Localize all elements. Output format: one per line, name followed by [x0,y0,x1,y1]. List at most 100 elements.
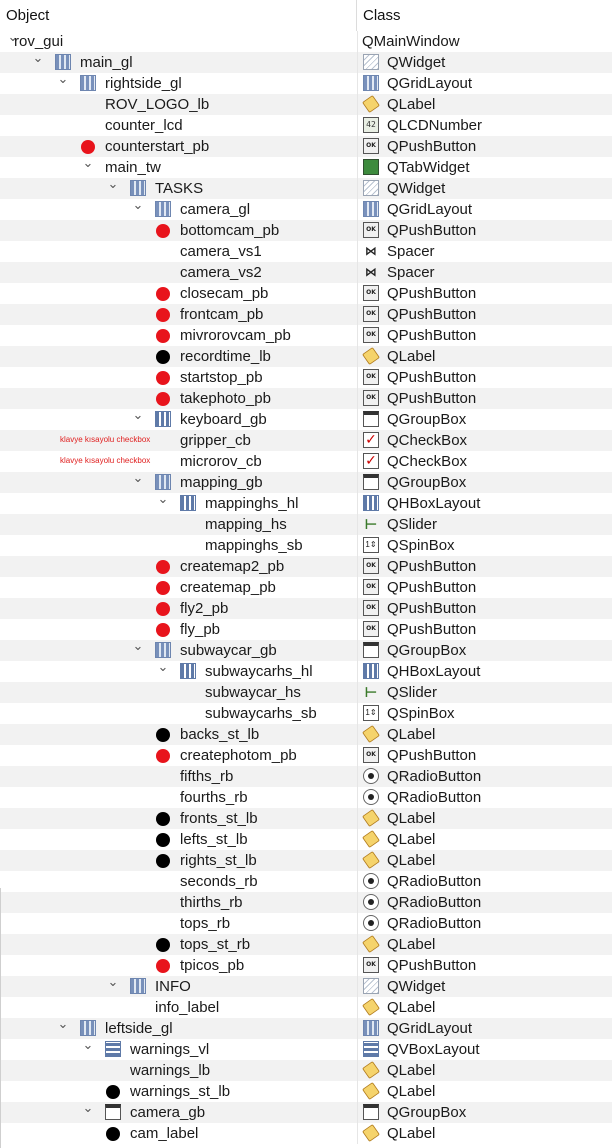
tree-row[interactable]: lefts_st_lb QLabel [0,829,612,850]
object-name: startstop_pb [180,369,263,386]
tree-row[interactable]: closecam_pb OK QPushButton [0,283,612,304]
tree-row[interactable]: seconds_rb QRadioButton [0,871,612,892]
tree-row[interactable]: ⌄ INFO QWidget [0,975,612,997]
object-name: createmap_pb [180,579,276,596]
tree-row[interactable]: info_label QLabel [0,997,612,1018]
object-cell: lefts_st_lb [0,829,357,850]
tree-row[interactable]: camera_vs2 ⋈ Spacer [0,262,612,283]
tree-row[interactable]: camera_vs1 ⋈ Spacer [0,241,612,262]
vbox-layout-icon [363,1041,379,1057]
class-name: QGroupBox [387,642,467,659]
object-cell: thirths_rb [0,892,357,913]
tree-row[interactable]: ⌄ main_gl QWidget [0,51,612,73]
tree-row[interactable]: ⌄ main_tw QTabWidget [0,156,612,178]
object-cell: mivrorovcam_pb [0,325,357,346]
tree-row[interactable]: createphotom_pb OK QPushButton [0,745,612,766]
tree-row[interactable]: startstop_pb OK QPushButton [0,367,612,388]
grid-layout-icon [363,75,379,91]
tree-row[interactable]: mappinghs_sb 1⇕ QSpinBox [0,535,612,556]
object-name: camera_gl [180,201,251,218]
tree-row[interactable]: cam_label QLabel [0,1123,612,1144]
chevron-down-icon[interactable]: ⌄ [131,198,145,218]
tree-row[interactable]: klavye kısayolu checkbox microrov_cb ✓ QChe… [0,451,612,472]
chevron-down-icon[interactable]: ⌄ [31,51,45,71]
object-name: counter_lcd [105,117,183,134]
class-cell: OK QPushButton [357,619,612,640]
tree-row[interactable]: subwaycar_hs ⊢ QSlider [0,682,612,703]
chevron-down-icon[interactable]: ⌄ [56,72,70,92]
tree-row[interactable]: tpicos_pb OK QPushButton [0,955,612,976]
tree-row[interactable]: ⌄ camera_gb QGroupBox [0,1101,612,1123]
tree-row[interactable]: ⌄ mapping_gb QGroupBox [0,471,612,493]
object-name: subwaycarhs_sb [205,705,317,722]
object-cell: fifths_rb [0,766,357,787]
class-cell: QRadioButton [357,766,612,787]
tree-row[interactable]: fly_pb OK QPushButton [0,619,612,640]
object-name: warnings_lb [130,1062,211,1079]
tree-row[interactable]: klavye kısayolu checkbox gripper_cb ✓ QChec… [0,430,612,451]
tree-row[interactable]: ROV_LOGO_lb QLabel [0,94,612,115]
tree-row[interactable]: fourths_rb QRadioButton [0,787,612,808]
chevron-down-icon[interactable]: ⌄ [131,408,145,428]
red-marker-dot [156,581,170,595]
tree-row[interactable]: createmap_pb OK QPushButton [0,577,612,598]
chevron-down-icon[interactable]: ⌄ [81,1038,95,1058]
tree-row[interactable]: warnings_st_lb QLabel [0,1081,612,1102]
grid-layout-icon [130,978,146,994]
object-cell: closecam_pb [0,283,357,304]
tree-row[interactable]: frontcam_pb OK QPushButton [0,304,612,325]
chevron-down-icon[interactable]: ⌄ [131,471,145,491]
tree-row[interactable]: bottomcam_pb OK QPushButton [0,220,612,241]
tree-row[interactable]: ⌄ subwaycarhs_hl QHBoxLayout [0,660,612,682]
tree-row[interactable]: ⌄ subwaycar_gb QGroupBox [0,639,612,661]
tree-row[interactable]: ⌄ warnings_vl QVBoxLayout [0,1038,612,1060]
object-column-header[interactable]: Object [0,0,357,31]
tree-row[interactable]: warnings_lb QLabel [0,1060,612,1081]
tree-row[interactable]: subwaycarhs_sb 1⇕ QSpinBox [0,703,612,724]
tree-row[interactable]: tops_rb QRadioButton [0,913,612,934]
tree-row[interactable]: ⌄ camera_gl QGridLayout [0,198,612,220]
tree-row[interactable]: takephoto_pb OK QPushButton [0,388,612,409]
class-name: QSlider [387,516,438,533]
tree-row[interactable]: ⌄ rov_gui QMainWindow [0,30,612,52]
widget-icon [363,54,379,70]
chevron-down-icon[interactable]: ⌄ [156,492,170,512]
class-name: QLabel [387,999,436,1016]
tree-row[interactable]: ⌄ keyboard_gb QGroupBox [0,408,612,430]
class-cell: QRadioButton [357,787,612,808]
tree-row[interactable]: createmap2_pb OK QPushButton [0,556,612,577]
class-column-header[interactable]: Class [357,0,612,31]
tree-row[interactable]: recordtime_lb QLabel [0,346,612,367]
object-name: main_tw [105,159,161,176]
tree-row[interactable]: backs_st_lb QLabel [0,724,612,745]
red-marker-dot [156,959,170,973]
pushbutton-icon: OK [363,600,379,616]
chevron-down-icon[interactable]: ⌄ [56,1017,70,1037]
tree-row[interactable]: thirths_rb QRadioButton [0,892,612,913]
chevron-down-icon[interactable]: ⌄ [106,975,120,995]
object-name: thirths_rb [180,894,243,911]
class-name: QGroupBox [387,411,467,428]
chevron-down-icon[interactable]: ⌄ [156,660,170,680]
tree-row[interactable]: fly2_pb OK QPushButton [0,598,612,619]
tree-row[interactable]: rights_st_lb QLabel [0,850,612,871]
pushbutton-icon: OK [363,306,379,322]
tree-row[interactable]: mivrorovcam_pb OK QPushButton [0,325,612,346]
tree-row[interactable]: fifths_rb QRadioButton [0,766,612,787]
tree-row[interactable]: counter_lcd 42 QLCDNumber [0,115,612,136]
chevron-down-icon[interactable]: ⌄ [81,1101,95,1121]
tree-row[interactable]: ⌄ TASKS QWidget [0,177,612,199]
tree-row[interactable]: ⌄ rightside_gl QGridLayout [0,72,612,94]
tree-row[interactable]: tops_st_rb QLabel [0,934,612,955]
chevron-down-icon[interactable]: ⌄ [131,639,145,659]
class-name: QLabel [387,1125,436,1142]
tree-row[interactable]: mapping_hs ⊢ QSlider [0,514,612,535]
tree-row[interactable]: ⌄ mappinghs_hl QHBoxLayout [0,492,612,514]
chevron-down-icon[interactable]: ⌄ [106,177,120,197]
tree-row[interactable]: ⌄ leftside_gl QGridLayout [0,1017,612,1039]
tree-row[interactable]: counterstart_pb OK QPushButton [0,136,612,157]
object-cell: info_label [0,997,357,1018]
chevron-down-icon[interactable]: ⌄ [81,156,95,176]
class-cell: ⋈ Spacer [357,262,612,283]
tree-row[interactable]: fronts_st_lb QLabel [0,808,612,829]
